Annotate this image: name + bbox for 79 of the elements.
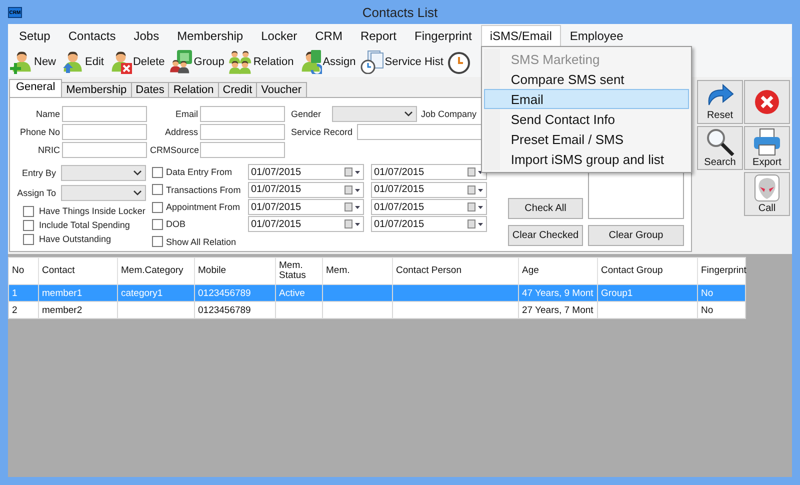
toolbar-button[interactable]: Relation bbox=[227, 50, 295, 74]
date-field[interactable]: 01/07/2015 bbox=[248, 216, 364, 232]
field-label: Assign To bbox=[16, 188, 56, 198]
tab[interactable]: Dates bbox=[130, 82, 170, 97]
field-label: Gender bbox=[291, 109, 322, 119]
window-title: Contacts List bbox=[361, 4, 439, 20]
field-label: Email bbox=[174, 109, 198, 119]
tab[interactable]: Credit bbox=[218, 82, 258, 97]
menu-item[interactable]: Fingerprint bbox=[406, 25, 481, 47]
field-label: NRIC bbox=[37, 145, 60, 155]
menu-option: SMS Marketing bbox=[484, 49, 689, 69]
toolbar-button[interactable]: New bbox=[8, 50, 58, 74]
menu-option[interactable]: Email bbox=[484, 89, 689, 109]
table-cell: 2 bbox=[12, 304, 18, 316]
field-label: Have Outstanding bbox=[39, 234, 112, 244]
toolbar-button[interactable]: Edit bbox=[59, 50, 105, 74]
field-label: Job Company bbox=[421, 109, 477, 119]
table-cell: member1 bbox=[42, 288, 82, 298]
field-label: CRMSource bbox=[150, 145, 198, 155]
date-field[interactable]: 01/07/2015 bbox=[371, 182, 487, 198]
field-label: Name bbox=[34, 109, 60, 119]
date-field[interactable]: 01/07/2015 bbox=[248, 182, 364, 198]
tab[interactable]: Voucher bbox=[256, 82, 306, 97]
table-cell: 0123456789 bbox=[198, 304, 251, 316]
toolbar-button[interactable]: Group bbox=[168, 50, 226, 74]
toolbar-button[interactable]: Assign bbox=[296, 50, 357, 74]
field-label: Entry By bbox=[20, 168, 56, 178]
table-cell: No bbox=[701, 288, 714, 298]
menu-item[interactable]: Setup bbox=[10, 25, 60, 47]
field-label: Phone No bbox=[18, 127, 60, 137]
tab[interactable]: General bbox=[9, 79, 62, 97]
table-cell: 27 Years, 7 Mont bbox=[522, 304, 594, 316]
date-field[interactable]: 01/07/2015 bbox=[248, 164, 364, 180]
check-all-button[interactable]: Check All bbox=[508, 198, 583, 219]
table-row[interactable]: 2 member2 0123456789 27 Years, 7 Mont No bbox=[8, 302, 746, 318]
menu-option[interactable]: Preset Email / SMS bbox=[484, 129, 689, 149]
field-label: Show All Relation bbox=[166, 236, 236, 247]
field-label: Transactions From bbox=[166, 184, 242, 195]
column-header[interactable]: No bbox=[8, 258, 38, 284]
action-button[interactable]: Call bbox=[744, 172, 790, 216]
menu-item[interactable]: Locker bbox=[252, 25, 306, 47]
date-field[interactable]: 01/07/2015 bbox=[371, 164, 487, 180]
action-button[interactable]: Export bbox=[744, 126, 790, 170]
action-button[interactable]: Reset bbox=[697, 80, 743, 124]
tab[interactable]: Relation bbox=[168, 82, 219, 97]
menu-option[interactable]: Compare SMS sent bbox=[484, 69, 689, 89]
table-cell: 0123456789 bbox=[198, 288, 251, 298]
date-field[interactable]: 01/07/2015 bbox=[248, 199, 364, 216]
menu-item[interactable]: Employee bbox=[560, 25, 632, 47]
field-label: Service Record bbox=[291, 127, 353, 137]
field-label: Data Entry From bbox=[166, 167, 234, 178]
menu-option[interactable]: Send Contact Info bbox=[484, 109, 689, 129]
clear-group-button[interactable]: Clear Group bbox=[588, 225, 684, 246]
action-button[interactable]: Search bbox=[697, 126, 743, 170]
menu-item[interactable]: Contacts bbox=[59, 25, 125, 47]
table-cell: category1 bbox=[121, 288, 163, 298]
menu-item[interactable]: Jobs bbox=[124, 25, 168, 47]
menu-item[interactable]: Membership bbox=[168, 25, 252, 47]
table-cell: 47 Years, 9 Mont bbox=[522, 288, 594, 298]
table-cell: 1 bbox=[12, 288, 18, 298]
table-cell: No bbox=[701, 304, 714, 316]
field-label: Address bbox=[164, 127, 198, 137]
tab[interactable]: Membership bbox=[61, 82, 132, 97]
field-label: Appointment From bbox=[166, 202, 242, 212]
menu-item[interactable]: Report bbox=[351, 25, 406, 47]
field-label: DOB bbox=[166, 219, 187, 230]
column-header[interactable]: Contact Person bbox=[392, 258, 518, 284]
menu-item[interactable]: iSMS/Email bbox=[480, 25, 561, 47]
field-label: Have Things Inside Locker bbox=[39, 206, 146, 216]
table-cell: Active bbox=[279, 288, 305, 298]
table-cell: member2 bbox=[42, 304, 82, 316]
date-field[interactable]: 01/07/2015 bbox=[371, 199, 487, 216]
table-cell: Group1 bbox=[601, 288, 633, 298]
menu-item[interactable]: CRM bbox=[306, 25, 352, 47]
toolbar-button[interactable]: Delete bbox=[106, 50, 166, 74]
toolbar-button[interactable]: Service Hist bbox=[358, 50, 444, 74]
field-label: Include Total Spending bbox=[39, 220, 130, 230]
date-field[interactable]: 01/07/2015 bbox=[371, 216, 487, 232]
clear-checked-button[interactable]: Clear Checked bbox=[508, 225, 583, 246]
